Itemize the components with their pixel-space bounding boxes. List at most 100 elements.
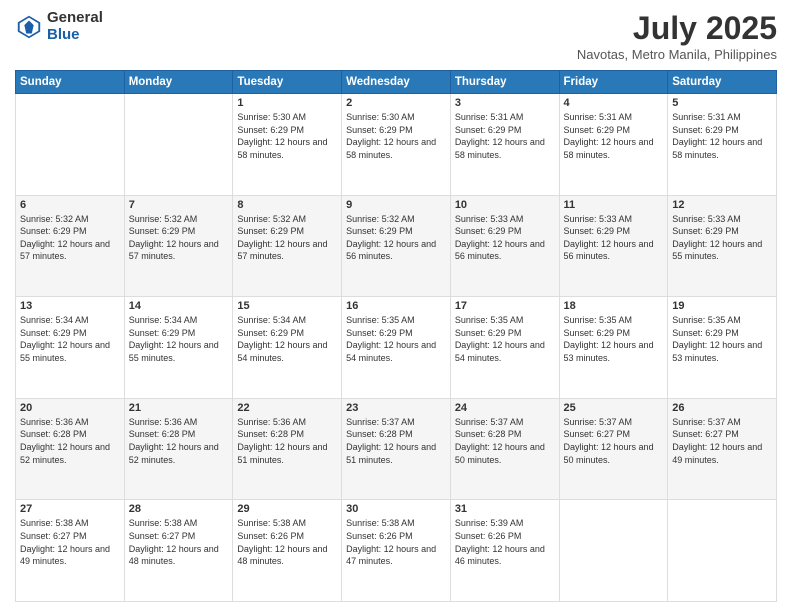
- day-number: 14: [129, 300, 229, 312]
- day-info: Sunrise: 5:36 AMSunset: 6:28 PMDaylight:…: [129, 416, 229, 466]
- calendar-week-5: 27 Sunrise: 5:38 AMSunset: 6:27 PMDayligh…: [16, 500, 777, 602]
- calendar-cell: 20 Sunrise: 5:36 AMSunset: 6:28 PMDayligh…: [16, 398, 125, 500]
- logo-text: General Blue: [47, 10, 103, 43]
- day-number: 10: [455, 199, 555, 211]
- day-info: Sunrise: 5:37 AMSunset: 6:28 PMDaylight:…: [346, 416, 446, 466]
- day-number: 21: [129, 402, 229, 414]
- day-info: Sunrise: 5:30 AMSunset: 6:29 PMDaylight:…: [237, 111, 337, 161]
- calendar-cell: 25Sunrise: 5:37 AMSunset: 6:27 PMDayligh…: [559, 398, 668, 500]
- day-info: Sunrise: 5:37 AMSunset: 6:27 PMDaylight:…: [672, 416, 772, 466]
- day-info: Sunrise: 5:34 AMSunset: 6:29 PMDaylight:…: [237, 314, 337, 364]
- calendar-cell: 5 Sunrise: 5:31 AMSunset: 6:29 PMDaylight…: [668, 94, 777, 196]
- col-sunday: Sunday: [16, 71, 125, 94]
- day-number: 15: [237, 300, 337, 312]
- day-number: 11: [564, 199, 664, 211]
- subtitle: Navotas, Metro Manila, Philippines: [577, 47, 777, 62]
- day-info: Sunrise: 5:38 AMSunset: 6:26 PMDaylight:…: [346, 517, 446, 567]
- day-info: Sunrise: 5:38 AMSunset: 6:27 PMDaylight:…: [129, 517, 229, 567]
- calendar-cell: 9 Sunrise: 5:32 AMSunset: 6:29 PMDaylight…: [342, 195, 451, 297]
- logo-icon: [15, 13, 43, 41]
- day-number: 13: [20, 300, 120, 312]
- calendar-header-row: Sunday Monday Tuesday Wednesday Thursday…: [16, 71, 777, 94]
- day-info: Sunrise: 5:36 AMSunset: 6:28 PMDaylight:…: [237, 416, 337, 466]
- calendar-cell: 7Sunrise: 5:32 AMSunset: 6:29 PMDaylight…: [124, 195, 233, 297]
- calendar-cell: 2Sunrise: 5:30 AMSunset: 6:29 PMDaylight…: [342, 94, 451, 196]
- day-info: Sunrise: 5:37 AMSunset: 6:27 PMDaylight:…: [564, 416, 664, 466]
- calendar-cell: 29Sunrise: 5:38 AMSunset: 6:26 PMDayligh…: [233, 500, 342, 602]
- col-monday: Monday: [124, 71, 233, 94]
- day-info: Sunrise: 5:34 AMSunset: 6:29 PMDaylight:…: [20, 314, 120, 364]
- col-thursday: Thursday: [450, 71, 559, 94]
- day-info: Sunrise: 5:34 AMSunset: 6:29 PMDaylight:…: [129, 314, 229, 364]
- col-tuesday: Tuesday: [233, 71, 342, 94]
- header: General Blue July 2025 Navotas, Metro Ma…: [15, 10, 777, 62]
- day-number: 28: [129, 503, 229, 515]
- day-number: 26: [672, 402, 772, 414]
- day-number: 19: [672, 300, 772, 312]
- calendar-cell: 17Sunrise: 5:35 AMSunset: 6:29 PMDayligh…: [450, 297, 559, 399]
- main-title: July 2025: [577, 10, 777, 47]
- day-info: Sunrise: 5:35 AMSunset: 6:29 PMDaylight:…: [564, 314, 664, 364]
- calendar-cell: 23 Sunrise: 5:37 AMSunset: 6:28 PMDayligh…: [342, 398, 451, 500]
- calendar-week-2: 6 Sunrise: 5:32 AMSunset: 6:29 PMDaylight…: [16, 195, 777, 297]
- calendar-cell: 22 Sunrise: 5:36 AMSunset: 6:28 PMDayligh…: [233, 398, 342, 500]
- day-number: 9: [346, 199, 446, 211]
- calendar-cell: 15 Sunrise: 5:34 AMSunset: 6:29 PMDayligh…: [233, 297, 342, 399]
- col-friday: Friday: [559, 71, 668, 94]
- calendar-cell: [16, 94, 125, 196]
- logo: General Blue: [15, 10, 103, 43]
- day-info: Sunrise: 5:39 AMSunset: 6:26 PMDaylight:…: [455, 517, 555, 567]
- day-info: Sunrise: 5:35 AMSunset: 6:29 PMDaylight:…: [346, 314, 446, 364]
- day-number: 16: [346, 300, 446, 312]
- day-info: Sunrise: 5:35 AMSunset: 6:29 PMDaylight:…: [672, 314, 772, 364]
- calendar-cell: 8Sunrise: 5:32 AMSunset: 6:29 PMDaylight…: [233, 195, 342, 297]
- calendar-cell: 16 Sunrise: 5:35 AMSunset: 6:29 PMDayligh…: [342, 297, 451, 399]
- title-block: July 2025 Navotas, Metro Manila, Philipp…: [577, 10, 777, 62]
- day-info: Sunrise: 5:38 AMSunset: 6:26 PMDaylight:…: [237, 517, 337, 567]
- calendar-cell: 11Sunrise: 5:33 AMSunset: 6:29 PMDayligh…: [559, 195, 668, 297]
- calendar-cell: 14 Sunrise: 5:34 AMSunset: 6:29 PMDayligh…: [124, 297, 233, 399]
- day-info: Sunrise: 5:36 AMSunset: 6:28 PMDaylight:…: [20, 416, 120, 466]
- logo-blue-text: Blue: [47, 27, 103, 44]
- day-number: 30: [346, 503, 446, 515]
- day-number: 20: [20, 402, 120, 414]
- calendar-table: Sunday Monday Tuesday Wednesday Thursday…: [15, 70, 777, 602]
- day-info: Sunrise: 5:31 AMSunset: 6:29 PMDaylight:…: [564, 111, 664, 161]
- day-number: 22: [237, 402, 337, 414]
- day-info: Sunrise: 5:32 AMSunset: 6:29 PMDaylight:…: [129, 213, 229, 263]
- calendar-cell: 26 Sunrise: 5:37 AMSunset: 6:27 PMDayligh…: [668, 398, 777, 500]
- calendar-cell: 27 Sunrise: 5:38 AMSunset: 6:27 PMDayligh…: [16, 500, 125, 602]
- calendar-cell: [559, 500, 668, 602]
- day-number: 17: [455, 300, 555, 312]
- day-number: 2: [346, 97, 446, 109]
- calendar-cell: 4 Sunrise: 5:31 AMSunset: 6:29 PMDaylight…: [559, 94, 668, 196]
- day-info: Sunrise: 5:33 AMSunset: 6:29 PMDaylight:…: [455, 213, 555, 263]
- day-info: Sunrise: 5:31 AMSunset: 6:29 PMDaylight:…: [455, 111, 555, 161]
- day-number: 18: [564, 300, 664, 312]
- day-number: 12: [672, 199, 772, 211]
- calendar-cell: 12Sunrise: 5:33 AMSunset: 6:29 PMDayligh…: [668, 195, 777, 297]
- day-number: 5: [672, 97, 772, 109]
- day-number: 24: [455, 402, 555, 414]
- day-info: Sunrise: 5:32 AMSunset: 6:29 PMDaylight:…: [346, 213, 446, 263]
- day-number: 8: [237, 199, 337, 211]
- day-info: Sunrise: 5:38 AMSunset: 6:27 PMDaylight:…: [20, 517, 120, 567]
- page: General Blue July 2025 Navotas, Metro Ma…: [0, 0, 792, 612]
- calendar-cell: [668, 500, 777, 602]
- day-number: 27: [20, 503, 120, 515]
- day-number: 4: [564, 97, 664, 109]
- day-info: Sunrise: 5:31 AMSunset: 6:29 PMDaylight:…: [672, 111, 772, 161]
- calendar-cell: 31 Sunrise: 5:39 AMSunset: 6:26 PMDayligh…: [450, 500, 559, 602]
- calendar-week-3: 13 Sunrise: 5:34 AMSunset: 6:29 PMDayligh…: [16, 297, 777, 399]
- day-number: 23: [346, 402, 446, 414]
- calendar-cell: 21 Sunrise: 5:36 AMSunset: 6:28 PMDayligh…: [124, 398, 233, 500]
- calendar-cell: 18 Sunrise: 5:35 AMSunset: 6:29 PMDayligh…: [559, 297, 668, 399]
- day-number: 6: [20, 199, 120, 211]
- day-number: 31: [455, 503, 555, 515]
- calendar-cell: 24Sunrise: 5:37 AMSunset: 6:28 PMDayligh…: [450, 398, 559, 500]
- calendar-week-4: 20 Sunrise: 5:36 AMSunset: 6:28 PMDayligh…: [16, 398, 777, 500]
- col-wednesday: Wednesday: [342, 71, 451, 94]
- calendar-cell: 13 Sunrise: 5:34 AMSunset: 6:29 PMDayligh…: [16, 297, 125, 399]
- calendar-cell: [124, 94, 233, 196]
- calendar-cell: 10 Sunrise: 5:33 AMSunset: 6:29 PMDayligh…: [450, 195, 559, 297]
